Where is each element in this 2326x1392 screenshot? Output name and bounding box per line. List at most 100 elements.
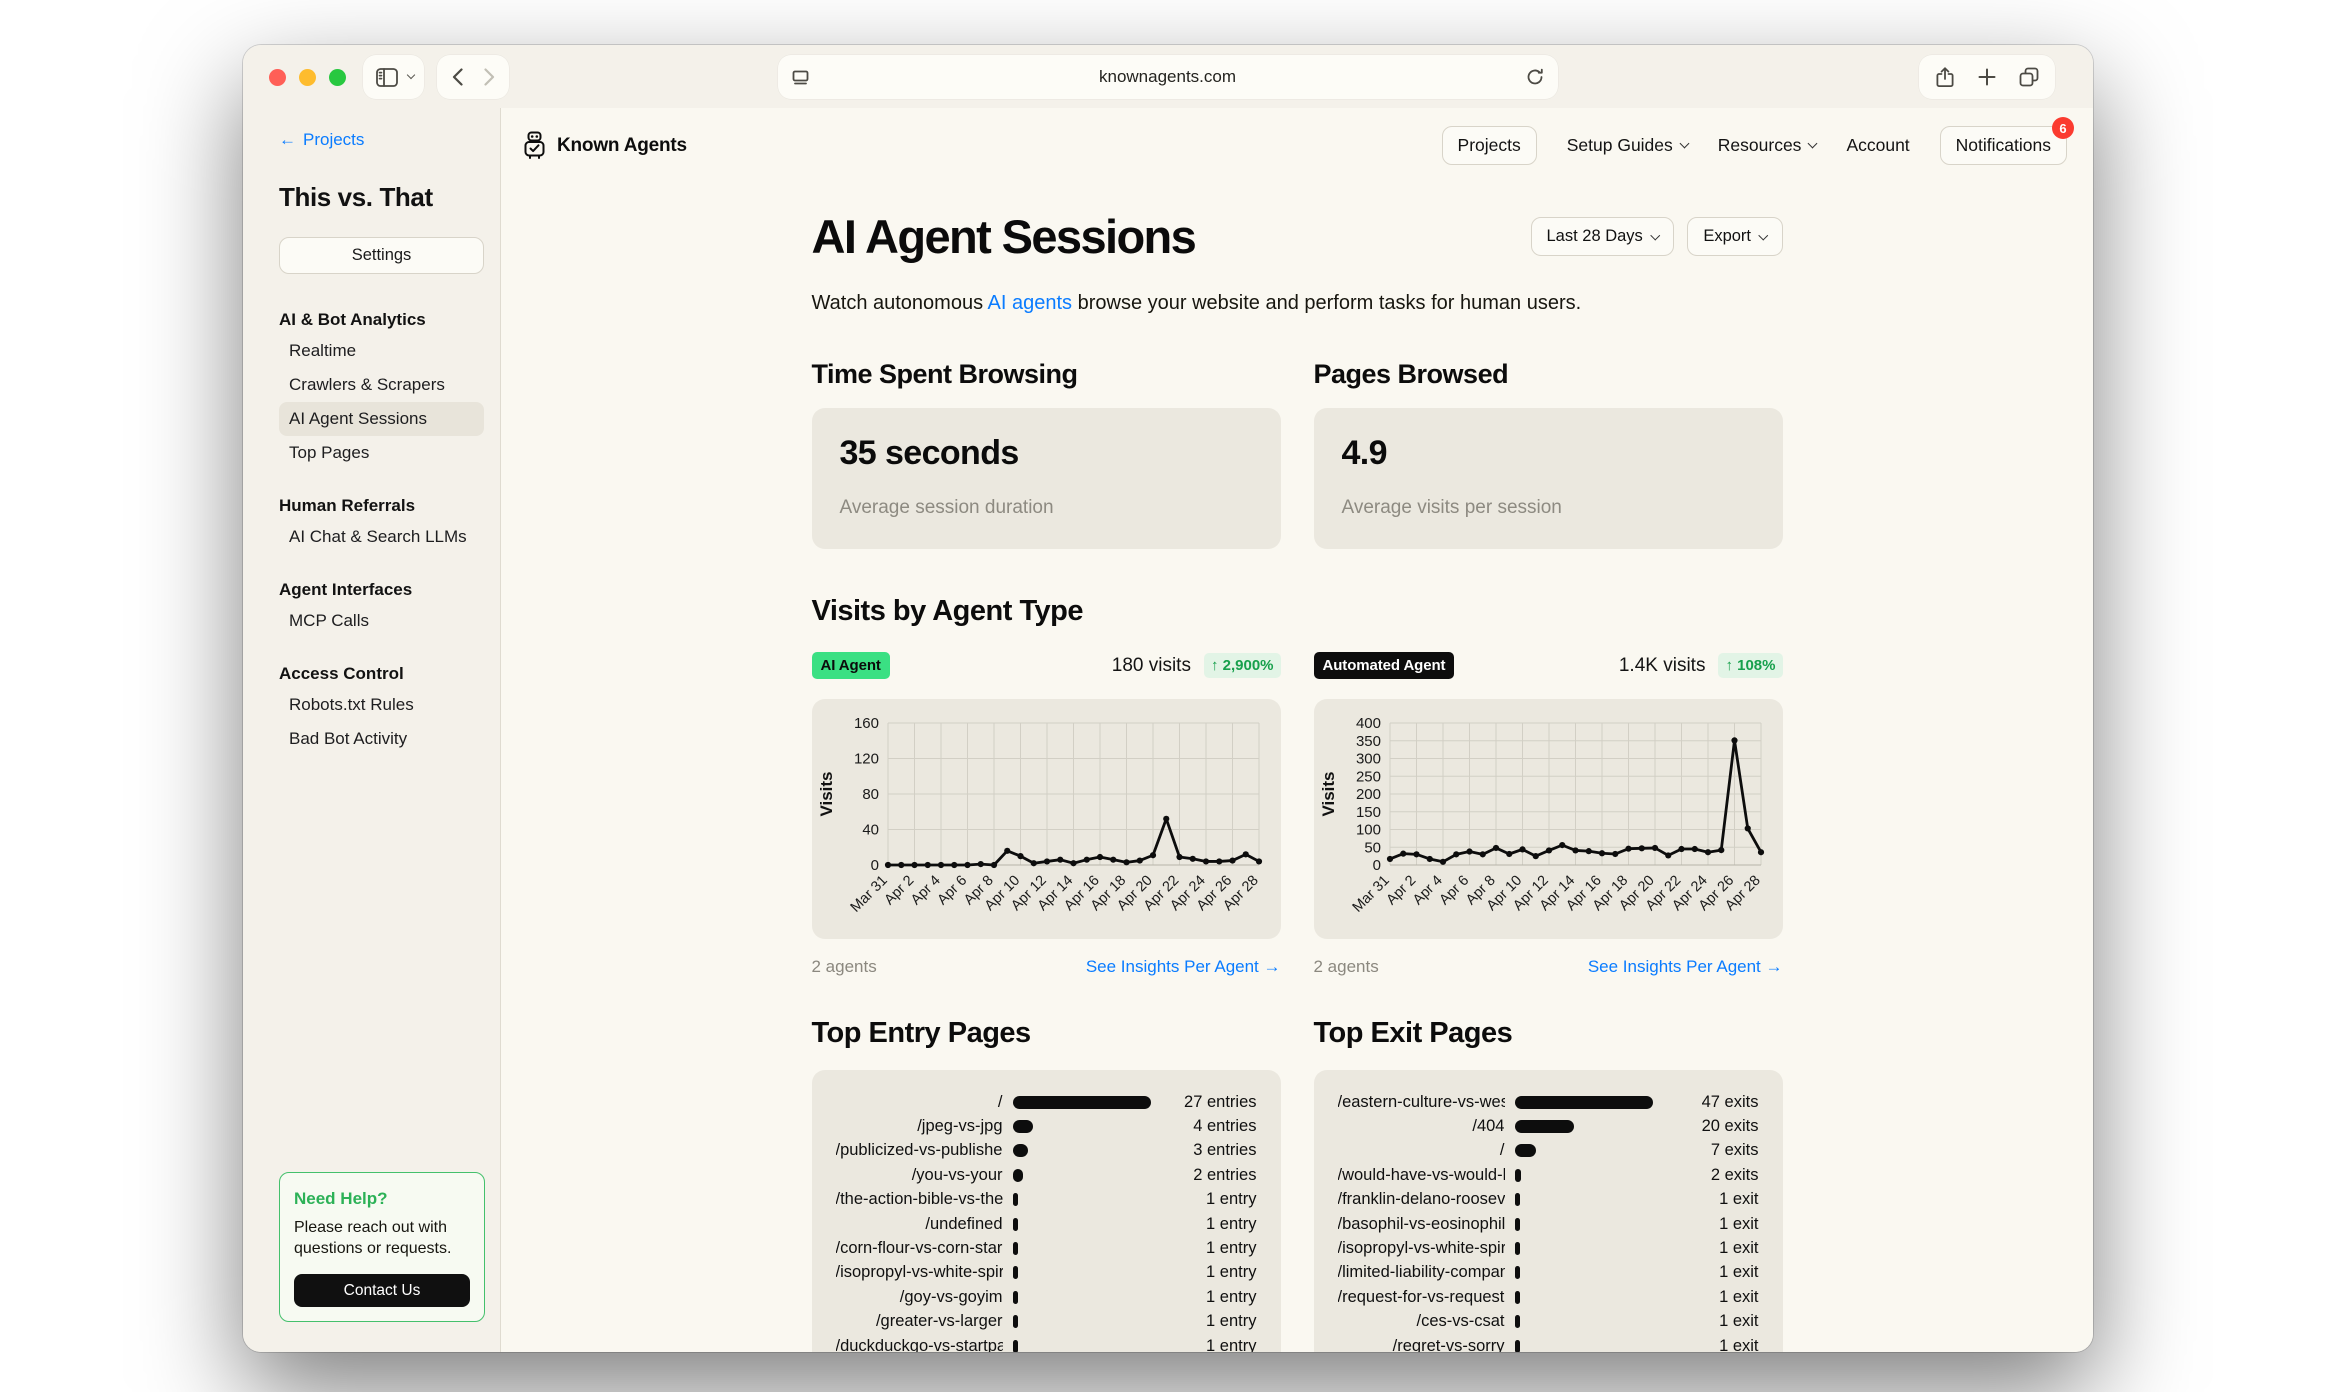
chevron-down-icon[interactable] xyxy=(407,71,415,79)
export-button[interactable]: Export xyxy=(1687,217,1782,256)
page-bar xyxy=(1013,1144,1028,1157)
bar-track xyxy=(1515,1120,1665,1133)
page-bar xyxy=(1013,1291,1018,1304)
nav-label-setup-guides: Setup Guides xyxy=(1567,135,1673,156)
page-row[interactable]: /isopropyl-vs-white-spirit1 exit xyxy=(1338,1236,1759,1260)
new-tab-button[interactable] xyxy=(1971,59,2003,95)
nav-account[interactable]: Account xyxy=(1846,135,1909,156)
zoom-window-button[interactable] xyxy=(329,69,346,86)
page-bar xyxy=(1515,1340,1520,1352)
page-row[interactable]: /goy-vs-goyim1 entry xyxy=(836,1285,1257,1309)
page-row[interactable]: /would-have-vs-would-have-been2 exits xyxy=(1338,1163,1759,1187)
project-title: This vs. That xyxy=(279,182,484,213)
page-bar xyxy=(1515,1315,1520,1328)
page-count: 47 exits xyxy=(1675,1093,1759,1112)
sidebar-toggle-button[interactable] xyxy=(373,59,401,95)
page-bar xyxy=(1515,1096,1653,1109)
page-row[interactable]: /basophil-vs-eosinophil1 exit xyxy=(1338,1212,1759,1236)
stats-section: Time Spent Browsing 35 seconds Average s… xyxy=(812,359,1783,549)
back-button[interactable] xyxy=(441,59,473,95)
page-count: 4 entries xyxy=(1173,1117,1257,1136)
sidebar-item-top-pages[interactable]: Top Pages xyxy=(279,436,484,470)
svg-text:200: 200 xyxy=(1355,786,1380,803)
nav-setup-guides[interactable]: Setup Guides xyxy=(1567,135,1688,156)
see-insights-link[interactable]: See Insights Per Agent → xyxy=(1588,957,1783,977)
share-button[interactable] xyxy=(1929,59,1961,95)
page-path: /corn-flour-vs-corn-starch xyxy=(836,1239,1003,1258)
forward-button[interactable] xyxy=(473,59,505,95)
page-row[interactable]: /franklin-delano-roosevelt-vs-theod… 1 ex… xyxy=(1338,1188,1759,1212)
sidebar-item-mcp-calls[interactable]: MCP Calls xyxy=(279,604,484,638)
charts-section: AI Agent180 visits↑ 2,900%04080120160Mar… xyxy=(812,628,1783,977)
page-bar xyxy=(1515,1120,1574,1133)
delta-badge: ↑ 2,900% xyxy=(1204,653,1281,678)
bar-track xyxy=(1013,1242,1163,1255)
page-row[interactable]: /greater-vs-larger1 entry xyxy=(836,1310,1257,1334)
page-row[interactable]: /40420 exits xyxy=(1338,1114,1759,1138)
svg-text:Apr 6: Apr 6 xyxy=(1436,873,1472,909)
page-row[interactable]: /you-vs-your2 entries xyxy=(836,1163,1257,1187)
page-row[interactable]: /jpeg-vs-jpg4 entries xyxy=(836,1114,1257,1138)
sidebar-icon xyxy=(376,68,398,87)
see-insights-link[interactable]: See Insights Per Agent → xyxy=(1086,957,1281,977)
url-text: knownagents.com xyxy=(809,67,1526,87)
page-row[interactable]: /isopropyl-vs-white-spirit1 entry xyxy=(836,1261,1257,1285)
reader-icon[interactable] xyxy=(792,68,809,87)
export-label: Export xyxy=(1703,227,1751,246)
page-row[interactable]: /publicized-vs-published3 entries xyxy=(836,1139,1257,1163)
date-range-button[interactable]: Last 28 Days xyxy=(1531,217,1675,256)
svg-text:Apr 4: Apr 4 xyxy=(1409,873,1445,909)
tab-overview-button[interactable] xyxy=(2013,59,2045,95)
page-row[interactable]: /27 entries xyxy=(836,1090,1257,1114)
sidebar-item-robots-txt-rules[interactable]: Robots.txt Rules xyxy=(279,688,484,722)
back-to-projects-link[interactable]: ← Projects xyxy=(279,130,484,150)
page-path: /publicized-vs-published xyxy=(836,1141,1003,1160)
page-path: /request-for-vs-request-to xyxy=(1338,1288,1505,1307)
page-count: 1 exit xyxy=(1675,1215,1759,1234)
agent-type-badge-automated-agent: Automated Agent xyxy=(1314,652,1455,679)
page-row[interactable]: /regret-vs-sorry1 exit xyxy=(1338,1334,1759,1352)
nav-resources[interactable]: Resources xyxy=(1718,135,1817,156)
nav-notifications[interactable]: Notifications6 xyxy=(1940,126,2067,165)
page-count: 1 exit xyxy=(1675,1312,1759,1331)
sidebar-item-ai-agent-sessions[interactable]: AI Agent Sessions xyxy=(279,402,484,436)
svg-text:250: 250 xyxy=(1355,768,1380,785)
stat-card: 35 seconds Average session duration xyxy=(812,408,1281,549)
page-row[interactable]: /undefined1 entry xyxy=(836,1212,1257,1236)
page-count: 2 exits xyxy=(1675,1166,1759,1185)
settings-button[interactable]: Settings xyxy=(279,237,484,274)
page-row[interactable]: /ces-vs-csat 1 exit xyxy=(1338,1310,1759,1334)
page-row[interactable]: /the-action-bible-vs-the-kingstone-…1 en… xyxy=(836,1188,1257,1212)
nav-projects[interactable]: Projects xyxy=(1442,126,1537,165)
svg-text:350: 350 xyxy=(1355,733,1380,750)
bar-track xyxy=(1515,1169,1665,1182)
page-path: /404 xyxy=(1338,1117,1505,1136)
reload-icon[interactable] xyxy=(1526,68,1544,86)
svg-text:120: 120 xyxy=(853,751,878,768)
sidebar-item-crawlers-scrapers[interactable]: Crawlers & Scrapers xyxy=(279,368,484,402)
page-row[interactable]: /7 exits xyxy=(1338,1139,1759,1163)
stat-caption: Average visits per session xyxy=(1342,497,1755,519)
page-path: /franklin-delano-roosevelt-vs-theod… xyxy=(1338,1190,1505,1209)
page-row[interactable]: /eastern-culture-vs-western-culture47 ex… xyxy=(1338,1090,1759,1114)
svg-text:Apr 2: Apr 2 xyxy=(1383,873,1419,909)
close-window-button[interactable] xyxy=(269,69,286,86)
page-row[interactable]: /duckduckgo-vs-startpage1 entry xyxy=(836,1334,1257,1352)
page-row[interactable]: /request-for-vs-request-to1 exit xyxy=(1338,1285,1759,1309)
sidebar-item-realtime[interactable]: Realtime xyxy=(279,334,484,368)
nav-label-resources: Resources xyxy=(1718,135,1802,156)
brand[interactable]: Known Agents xyxy=(521,131,687,160)
back-icon xyxy=(452,68,463,86)
page-path: /ces-vs-csat xyxy=(1338,1312,1505,1331)
page-row[interactable]: /limited-liability-company-llc-legal-l…1… xyxy=(1338,1261,1759,1285)
page-row[interactable]: /corn-flour-vs-corn-starch1 entry xyxy=(836,1236,1257,1260)
site-header: Known Agents Projects Setup Guides Resourc… xyxy=(501,108,2093,165)
sidebar-item-bad-bot-activity[interactable]: Bad Bot Activity xyxy=(279,722,484,756)
chevron-down-icon xyxy=(1808,139,1818,149)
sidebar-item-ai-chat-search-llms[interactable]: AI Chat & Search LLMs xyxy=(279,520,484,554)
address-bar[interactable]: knownagents.com xyxy=(778,55,1558,99)
contact-us-button[interactable]: Contact Us xyxy=(294,1274,470,1307)
minimize-window-button[interactable] xyxy=(299,69,316,86)
page-count: 1 exit xyxy=(1675,1190,1759,1209)
ai-agents-link[interactable]: AI agents xyxy=(988,292,1073,314)
